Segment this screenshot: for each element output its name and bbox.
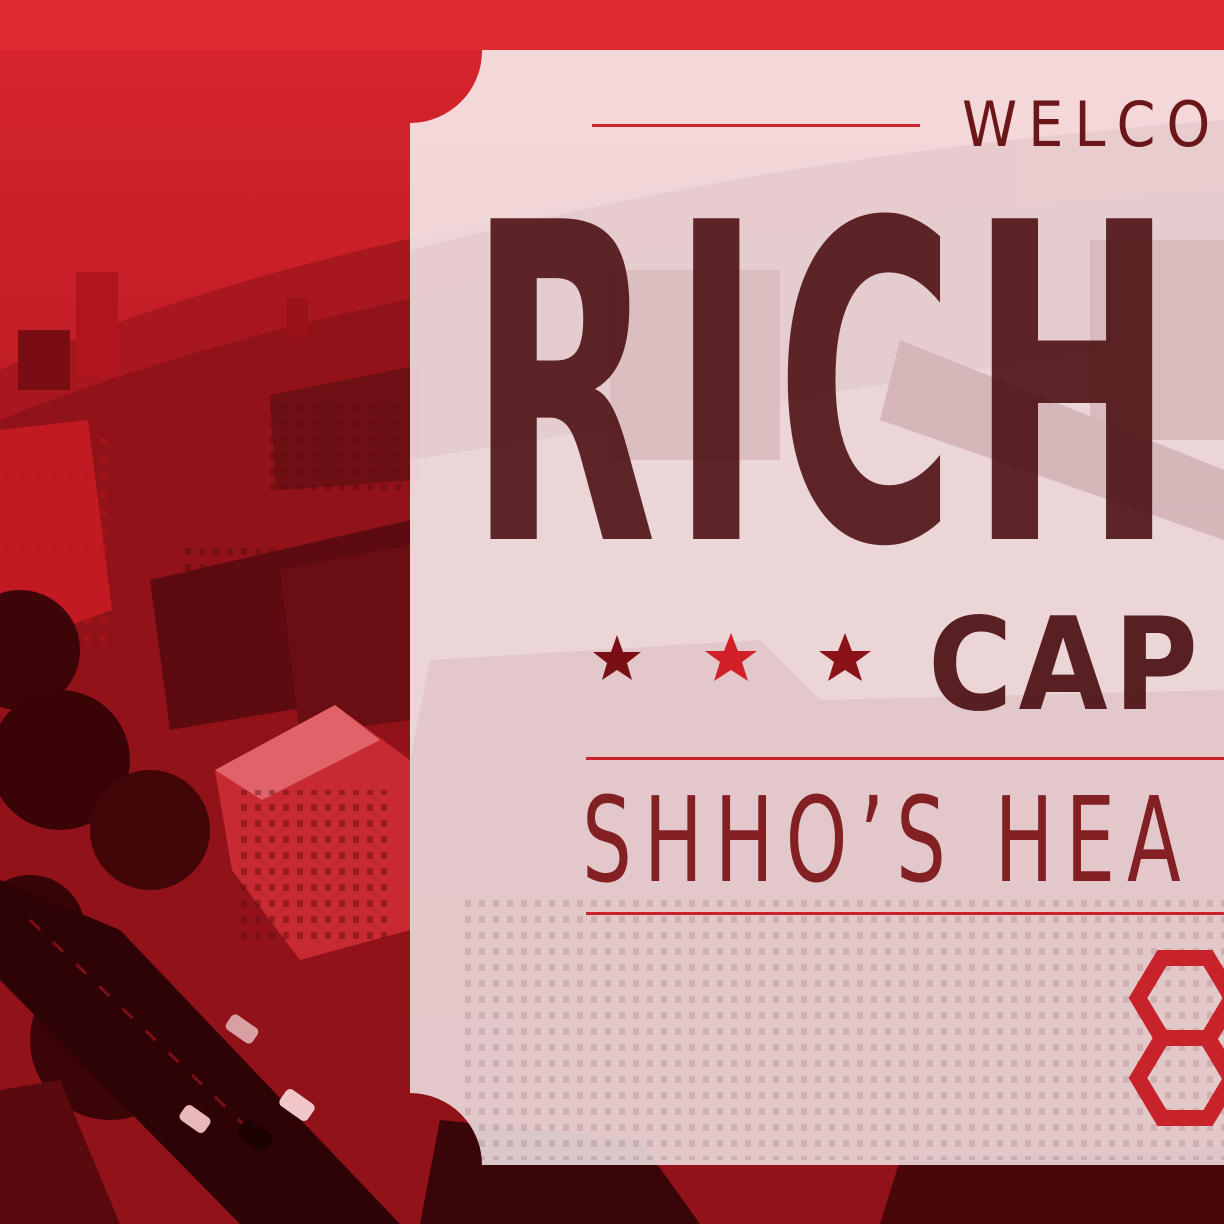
welcome-rule — [592, 124, 920, 127]
ticket-panel — [410, 50, 1224, 1165]
lower-divider — [586, 912, 1224, 915]
upper-divider — [586, 757, 1224, 760]
banner-graphic — [0, 0, 1224, 1224]
top-strip — [0, 0, 1224, 50]
banner-scene: WELCO RICH CAP SHHO’S HEA — [0, 0, 1224, 1224]
